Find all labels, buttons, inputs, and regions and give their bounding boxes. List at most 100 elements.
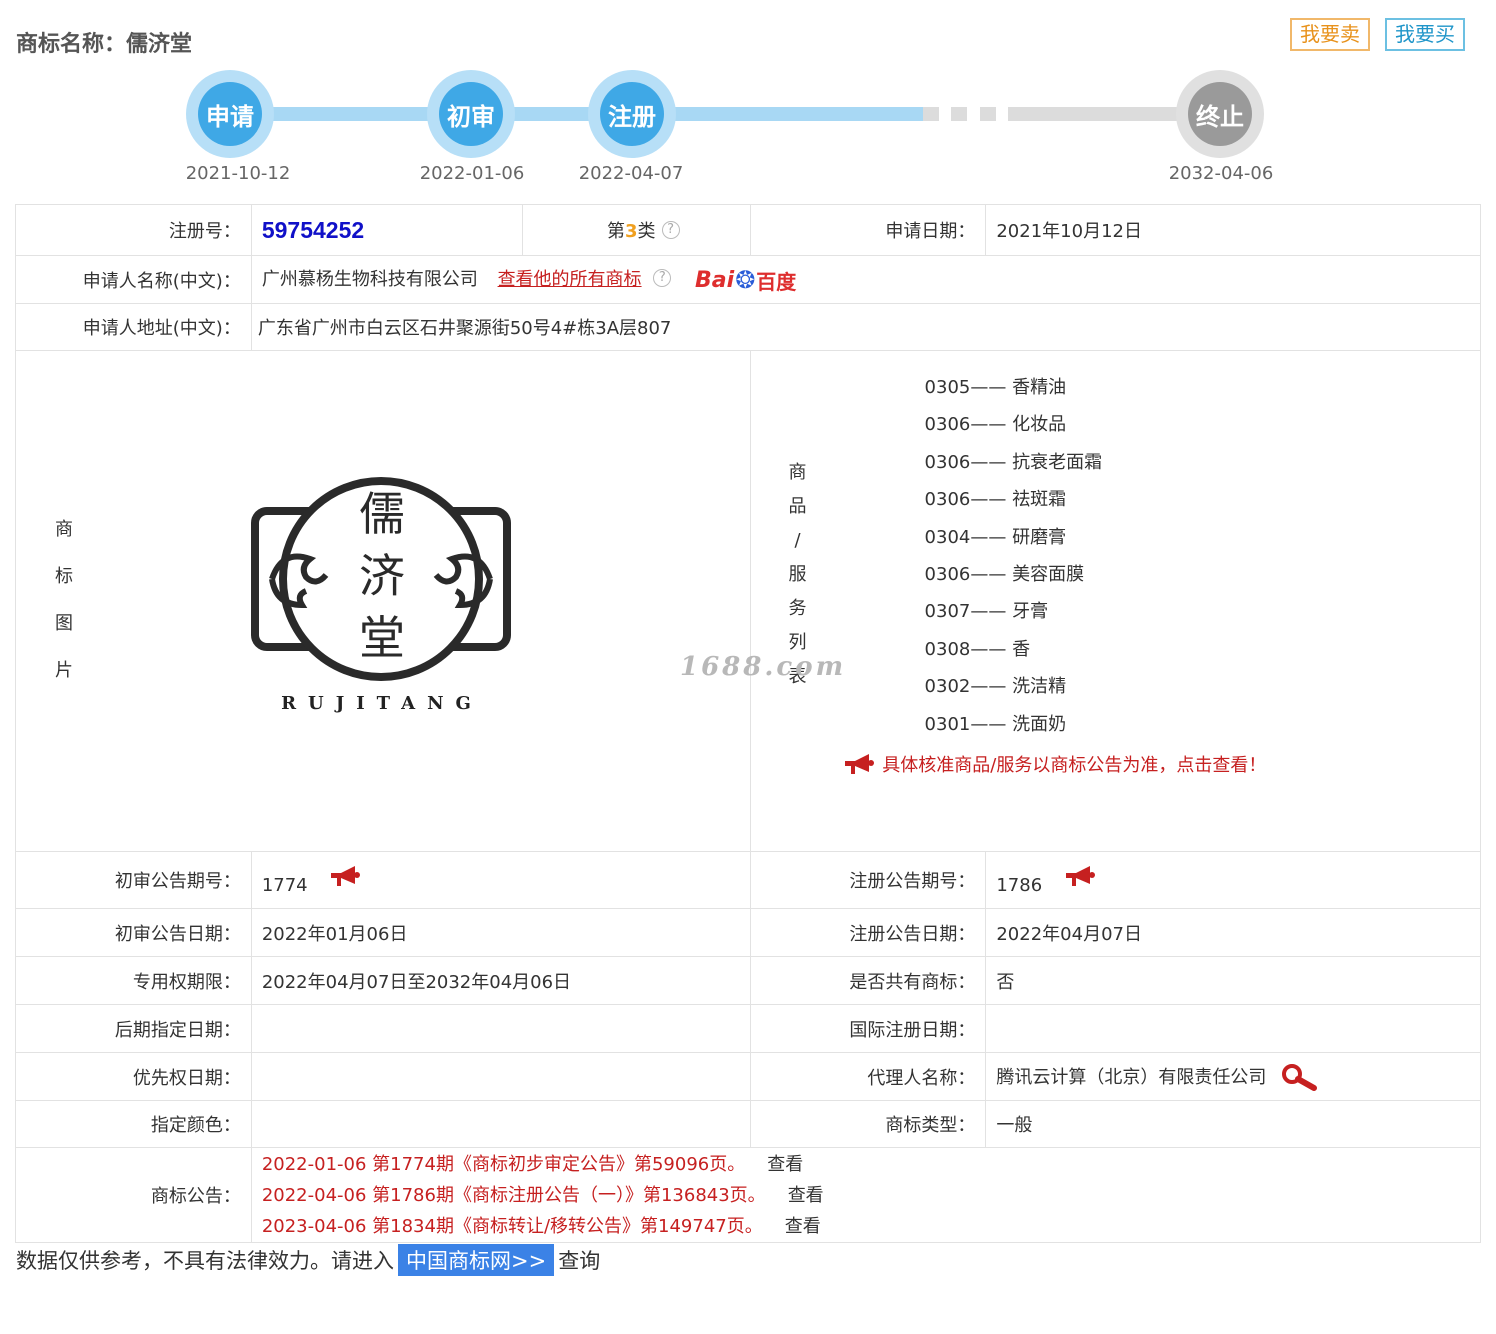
announce-label: 商标公告： (15, 1147, 252, 1243)
timeline-dash (951, 107, 967, 121)
buy-button[interactable]: 我要买 (1385, 18, 1465, 51)
baidu-paw-icon: ❂ (735, 266, 756, 294)
goods-notice-link[interactable]: 具体核准商品/服务以商标公告为准，点击查看！ (843, 751, 1266, 777)
reg-no-value: 59754252 (261, 216, 365, 243)
color-label: 指定颜色： (15, 1100, 252, 1148)
trademark-logo: 儒 济 堂 RUJITANG (250, 471, 514, 721)
megaphone-icon (844, 754, 874, 774)
timeline-node-apply: 申请 (186, 70, 274, 158)
list-item: 0306—— 化妆品 (924, 414, 1067, 436)
reg-pub-no-label: 注册公告期号： (749, 851, 987, 909)
address-label: 申请人地址(中文)： (15, 303, 252, 351)
image-vertical-label: 商 标 图 片 (55, 519, 73, 681)
list-item: 0306—— 美容面膜 (924, 564, 1085, 586)
intl-date-value (985, 1004, 1481, 1053)
table-row: 商标公告： 2022-01-06 第1774期《商标初步审定公告》第59096页… (15, 1147, 1482, 1243)
table-row: 优先权日期： 代理人名称： 腾讯云计算（北京）有限责任公司 (15, 1052, 1481, 1101)
table-row: 初审公告日期： 2022年01月06日 注册公告日期： 2022年04月07日 (15, 908, 1481, 957)
table-row: 专用权期限： 2022年04月07日至2032年04月06日 是否共有商标： 否 (15, 956, 1481, 1005)
prelim-date-value: 2022年01月06日 (250, 908, 751, 957)
class-cell: 第3类? (521, 204, 751, 256)
reg-pub-no-value: 1786 (996, 874, 1043, 896)
table-row: 申请人地址(中文)： 广东省广州市白云区石井聚源街50号4#栋3A层807 (15, 303, 1482, 351)
timeline-date-register: 2022-04-07 (578, 163, 684, 184)
term-label: 专用权期限： (15, 956, 252, 1005)
type-value: 一般 (985, 1100, 1481, 1148)
apply-date-label: 申请日期： (749, 204, 987, 256)
view-announcement-link[interactable]: 查看 (767, 1154, 803, 1175)
priority-label: 优先权日期： (15, 1052, 252, 1101)
intl-date-label: 国际注册日期： (749, 1004, 987, 1053)
agent-label: 代理人名称： (749, 1052, 987, 1101)
timeline-date-expire: 2032-04-06 (1168, 163, 1274, 184)
megaphone-icon[interactable] (1064, 865, 1098, 887)
list-item: 0302—— 洗洁精 (924, 676, 1067, 698)
list-item: 0306—— 抗衰老面霜 (924, 451, 1103, 473)
list-item: 0307—— 牙膏 (924, 601, 1049, 623)
timeline-date-prelim: 2022-01-06 (419, 163, 525, 184)
list-item: 0301—— 洗面奶 (924, 713, 1067, 735)
cn-trademark-link[interactable]: 中国商标网>> (398, 1244, 555, 1276)
timeline-node-expire: 终止 (1176, 70, 1264, 158)
table-row: 初审公告期号： 1774 注册公告期号： 1786 (15, 851, 1481, 909)
address-value: 广东省广州市白云区石井聚源街50号4#栋3A层807 (250, 303, 1482, 351)
list-item: 0304—— 研磨膏 (924, 526, 1067, 548)
prelim-no-value: 1774 (261, 874, 308, 896)
watermark: 1688.com (680, 652, 847, 682)
list-item: 0305—— 香精油 (924, 377, 1067, 398)
reg-no-label: 注册号： (15, 204, 252, 256)
table-row: 商 标 图 片 儒 济 堂 RUJITANG 商 品 / 服 务 列 表 030… (15, 350, 1482, 852)
footer-disclaimer: 数据仅供参考，不具有法律效力。请进入 中国商标网>> 查询 (16, 1244, 600, 1276)
view-announcement-link[interactable]: 查看 (788, 1185, 824, 1206)
priority-value (250, 1052, 751, 1101)
class-number: 3 (625, 221, 638, 242)
shared-value: 否 (985, 956, 1481, 1005)
table-row: 后期指定日期： 国际注册日期： (15, 1004, 1481, 1053)
announcement-list: 2022-01-06 第1774期《商标初步审定公告》第59096页。 查看 20… (250, 1147, 1482, 1243)
shared-label: 是否共有商标： (749, 956, 987, 1005)
agent-value: 腾讯云计算（北京）有限责任公司 (996, 1066, 1267, 1088)
sell-button[interactable]: 我要卖 (1290, 18, 1370, 51)
prelim-no-label: 初审公告期号： (15, 851, 252, 909)
list-item: 2022-01-06 第1774期《商标初步审定公告》第59096页。 查看 (261, 1153, 804, 1175)
goods-cell: 商 品 / 服 务 列 表 0305—— 香精油 0306—— 化妆品 0306… (749, 350, 1482, 852)
list-item: 2023-04-06 第1834期《商标转让/移转公告》第149747页。 查看 (261, 1215, 821, 1237)
timeline-dash (923, 107, 939, 121)
list-item: 0306—— 祛斑霜 (924, 489, 1067, 511)
view-announcement-link[interactable]: 查看 (785, 1216, 821, 1237)
type-label: 商标类型： (749, 1100, 987, 1148)
megaphone-icon[interactable] (329, 865, 363, 887)
logo-chinese-text: 儒 济 堂 (359, 487, 405, 665)
applicant-label: 申请人名称(中文)： (15, 255, 252, 304)
search-icon[interactable] (1280, 1063, 1318, 1091)
reg-pub-date-label: 注册公告日期： (749, 908, 987, 957)
prelim-date-label: 初审公告日期： (15, 908, 252, 957)
apply-date-value: 2021年10月12日 (985, 204, 1481, 256)
table-row: 注册号： 59754252 第3类? 申请日期： 2021年10月12日 (15, 204, 1481, 256)
later-date-value (250, 1004, 751, 1053)
help-icon[interactable]: ? (653, 268, 672, 287)
applicant-value: 广州慕杨生物科技有限公司 (261, 268, 478, 290)
list-item: 2022-04-06 第1786期《商标注册公告（一）》第136843页。 查看 (261, 1184, 824, 1206)
later-date-label: 后期指定日期： (15, 1004, 252, 1053)
table-row: 申请人名称(中文)： 广州慕杨生物科技有限公司 查看他的所有商标 ? Bai ❂… (15, 255, 1482, 304)
timeline-progress-line (230, 107, 923, 121)
timeline-node-prelim: 初审 (427, 70, 515, 158)
timeline-date-apply: 2021-10-12 (185, 163, 291, 184)
trademark-image-cell: 商 标 图 片 儒 济 堂 RUJITANG (15, 350, 751, 852)
term-value: 2022年04月07日至2032年04月06日 (250, 956, 751, 1005)
table-row: 指定颜色： 商标类型： 一般 (15, 1100, 1481, 1148)
color-value (250, 1100, 751, 1148)
reg-pub-date-value: 2022年04月07日 (985, 908, 1481, 957)
goods-list: 0305—— 香精油 0306—— 化妆品 0306—— 抗衰老面霜 0306—… (925, 369, 1103, 743)
all-marks-link[interactable]: 查看他的所有商标 (498, 269, 642, 290)
list-item: 0308—— 香 (924, 638, 1031, 660)
baidu-search-button[interactable]: Bai ❂ 百度 (695, 266, 796, 295)
help-icon[interactable]: ? (661, 221, 680, 239)
trademark-info-table: 注册号： 59754252 第3类? 申请日期： 2021年10月12日 申请人… (15, 204, 1482, 1243)
timeline-dash (980, 107, 996, 121)
logo-english-text: RUJITANG (281, 693, 483, 714)
trademark-title: 商标名称：儒济堂 (16, 32, 193, 57)
timeline-node-register: 注册 (588, 70, 676, 158)
status-timeline: 申请 2021-10-12 初审 2022-01-06 注册 2022-04-0… (0, 60, 1496, 200)
